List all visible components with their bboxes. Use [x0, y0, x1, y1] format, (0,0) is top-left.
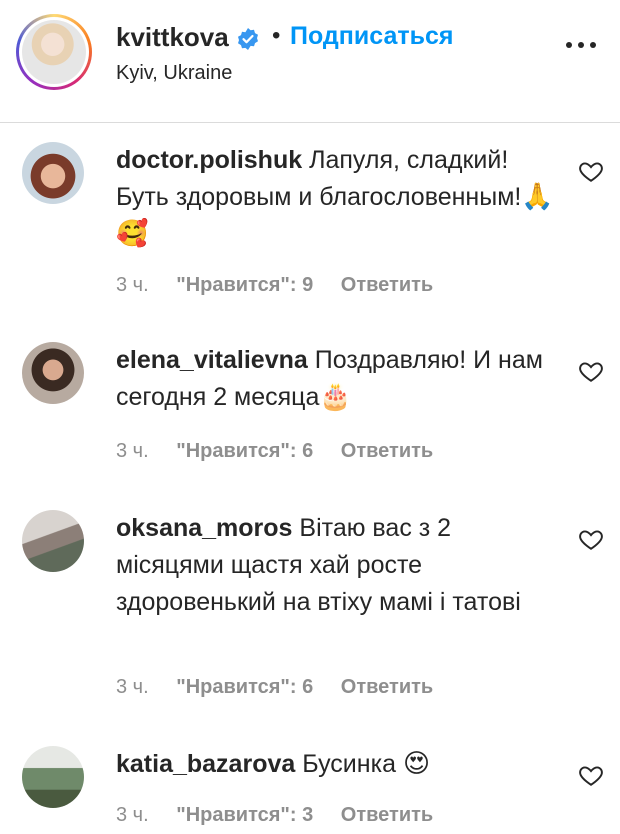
reply-button[interactable]: Ответить: [341, 676, 433, 698]
comment-likes[interactable]: "Нравится": 6: [176, 440, 313, 462]
comment-meta: 3 ч. "Нравится": 3 Ответить: [116, 804, 455, 827]
comment-body: Бусинка: [302, 750, 396, 778]
commenter-username[interactable]: oksana_moros: [116, 514, 292, 542]
reply-button[interactable]: Ответить: [341, 804, 433, 826]
comment-time: 3 ч.: [116, 440, 149, 462]
reply-button[interactable]: Ответить: [341, 440, 433, 462]
commenter-username[interactable]: doctor.polishuk: [116, 146, 302, 174]
comment-meta: 3 ч. "Нравится": 6 Ответить: [116, 440, 455, 463]
commenter-username[interactable]: elena_vitalievna: [116, 346, 308, 374]
author-avatar-story-ring[interactable]: [16, 14, 92, 90]
author-avatar[interactable]: [22, 20, 86, 84]
post-location[interactable]: Kyiv, Ukraine: [116, 62, 232, 85]
reply-button[interactable]: Ответить: [341, 274, 433, 296]
comment-likes[interactable]: "Нравится": 6: [176, 676, 313, 698]
post-header: kvittkova • Подписаться Kyiv, Ukraine: [0, 0, 620, 123]
comment-text: elena_vitalievna Поздравляю! И нам сегод…: [116, 342, 556, 416]
comment-text: doctor.polishuk Лапуля, сладкий! Буть зд…: [116, 142, 556, 253]
comment-likes[interactable]: "Нравится": 3: [176, 804, 313, 826]
verified-badge-icon: [238, 28, 258, 50]
comment-emoji: 😍: [402, 749, 431, 779]
comment-meta: 3 ч. "Нравится": 6 Ответить: [116, 676, 455, 699]
header-separator-dot: •: [272, 22, 281, 49]
commenter-avatar[interactable]: [22, 746, 84, 808]
comment-meta: 3 ч. "Нравится": 9 Ответить: [116, 274, 455, 297]
heart-outline-icon[interactable]: [578, 358, 604, 384]
comment-time: 3 ч.: [116, 804, 149, 826]
heart-outline-icon[interactable]: [578, 762, 604, 788]
follow-button[interactable]: Подписаться: [290, 22, 453, 51]
comment-text: oksana_moros Вітаю вас з 2 місяцями щаст…: [116, 510, 556, 621]
commenter-avatar[interactable]: [22, 142, 84, 204]
comment-emoji: 🎂: [319, 382, 352, 412]
comment-text: katia_bazarova Бусинка 😍: [116, 746, 556, 783]
commenter-avatar[interactable]: [22, 342, 84, 404]
comment-time: 3 ч.: [116, 676, 149, 698]
heart-outline-icon[interactable]: [578, 526, 604, 552]
more-options-icon[interactable]: [566, 40, 596, 50]
heart-outline-icon[interactable]: [578, 158, 604, 184]
commenter-avatar[interactable]: [22, 510, 84, 572]
comment-time: 3 ч.: [116, 274, 149, 296]
comment-likes[interactable]: "Нравится": 9: [176, 274, 313, 296]
commenter-username[interactable]: katia_bazarova: [116, 750, 295, 778]
author-username[interactable]: kvittkova: [116, 22, 229, 53]
